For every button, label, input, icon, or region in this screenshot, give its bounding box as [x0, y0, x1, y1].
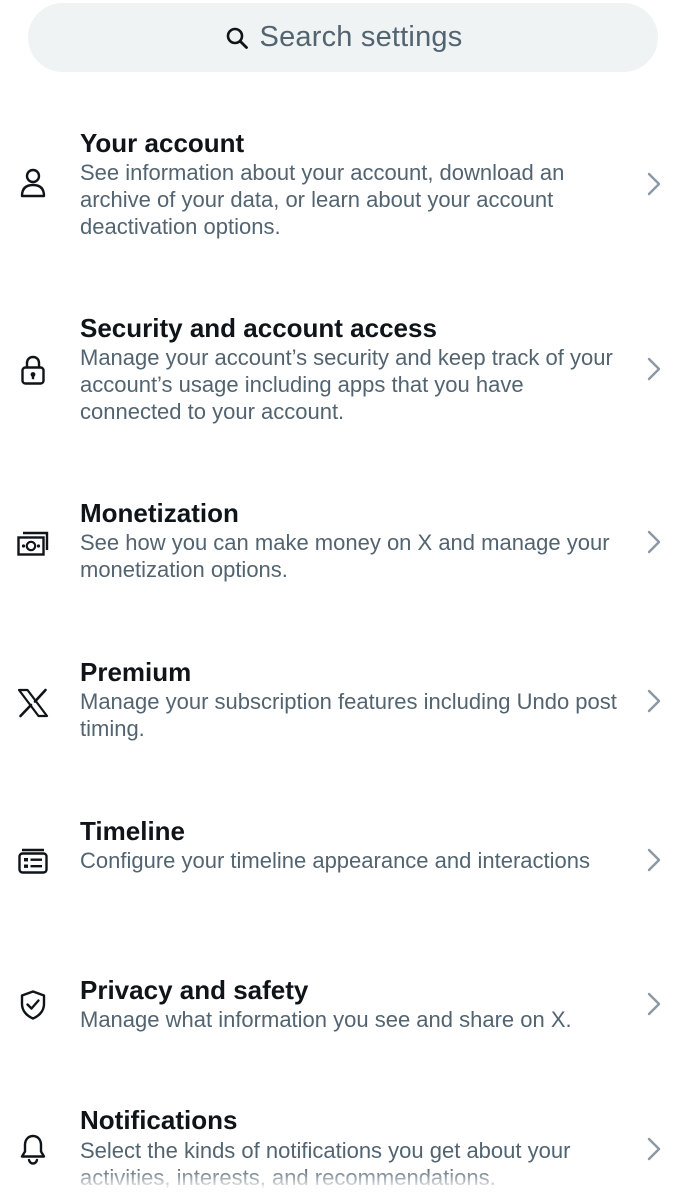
settings-item-premium[interactable]: Premium Manage your subscription feature…	[0, 649, 686, 759]
search-placeholder: Search settings	[259, 21, 463, 53]
timeline-icon	[14, 843, 52, 881]
bottom-fade-overlay	[0, 1168, 686, 1200]
settings-list: Search settings Your account See informa…	[0, 0, 686, 1200]
chevron-right-icon	[642, 989, 666, 1019]
chevron-right-icon	[642, 354, 666, 384]
settings-item-monetization[interactable]: Monetization See how you can make money …	[0, 490, 686, 600]
shield-check-icon	[14, 986, 52, 1024]
settings-item-title: Notifications	[80, 1105, 238, 1135]
settings-item-title: Premium	[80, 657, 192, 687]
settings-item-description: Configure your timeline appearance and i…	[80, 848, 590, 873]
settings-item-title: Security and account access	[80, 313, 437, 343]
settings-item-title: Timeline	[80, 816, 186, 846]
chevron-right-icon	[642, 1134, 666, 1164]
settings-item-title: Your account	[80, 128, 245, 158]
settings-item-description: Manage your subscription features includ…	[80, 689, 617, 741]
lock-icon	[14, 351, 52, 389]
settings-item-description: See information about your account, down…	[80, 160, 565, 239]
search-input[interactable]: Search settings	[28, 3, 658, 72]
settings-item-description: Manage what information you see and shar…	[80, 1007, 572, 1032]
person-icon	[14, 164, 52, 202]
settings-item-security[interactable]: Security and account access Manage your …	[0, 305, 686, 455]
settings-item-timeline[interactable]: Timeline Configure your timeline appeara…	[0, 808, 686, 918]
settings-item-title: Privacy and safety	[80, 975, 309, 1005]
settings-item-your-account[interactable]: Your account See information about your …	[0, 120, 686, 270]
settings-item-title: Monetization	[80, 498, 239, 528]
chevron-right-icon	[642, 527, 666, 557]
search-icon	[224, 25, 250, 51]
settings-item-privacy-and-safety[interactable]: Privacy and safety Manage what informati…	[0, 967, 686, 1057]
bell-icon	[14, 1130, 52, 1168]
chevron-right-icon	[642, 169, 666, 199]
money-icon	[14, 525, 52, 563]
chevron-right-icon	[642, 845, 666, 875]
settings-item-description: See how you can make money on X and mana…	[80, 530, 610, 582]
chevron-right-icon	[642, 686, 666, 716]
settings-item-description: Manage your account’s security and keep …	[80, 345, 613, 424]
x-logo-icon	[14, 684, 52, 722]
